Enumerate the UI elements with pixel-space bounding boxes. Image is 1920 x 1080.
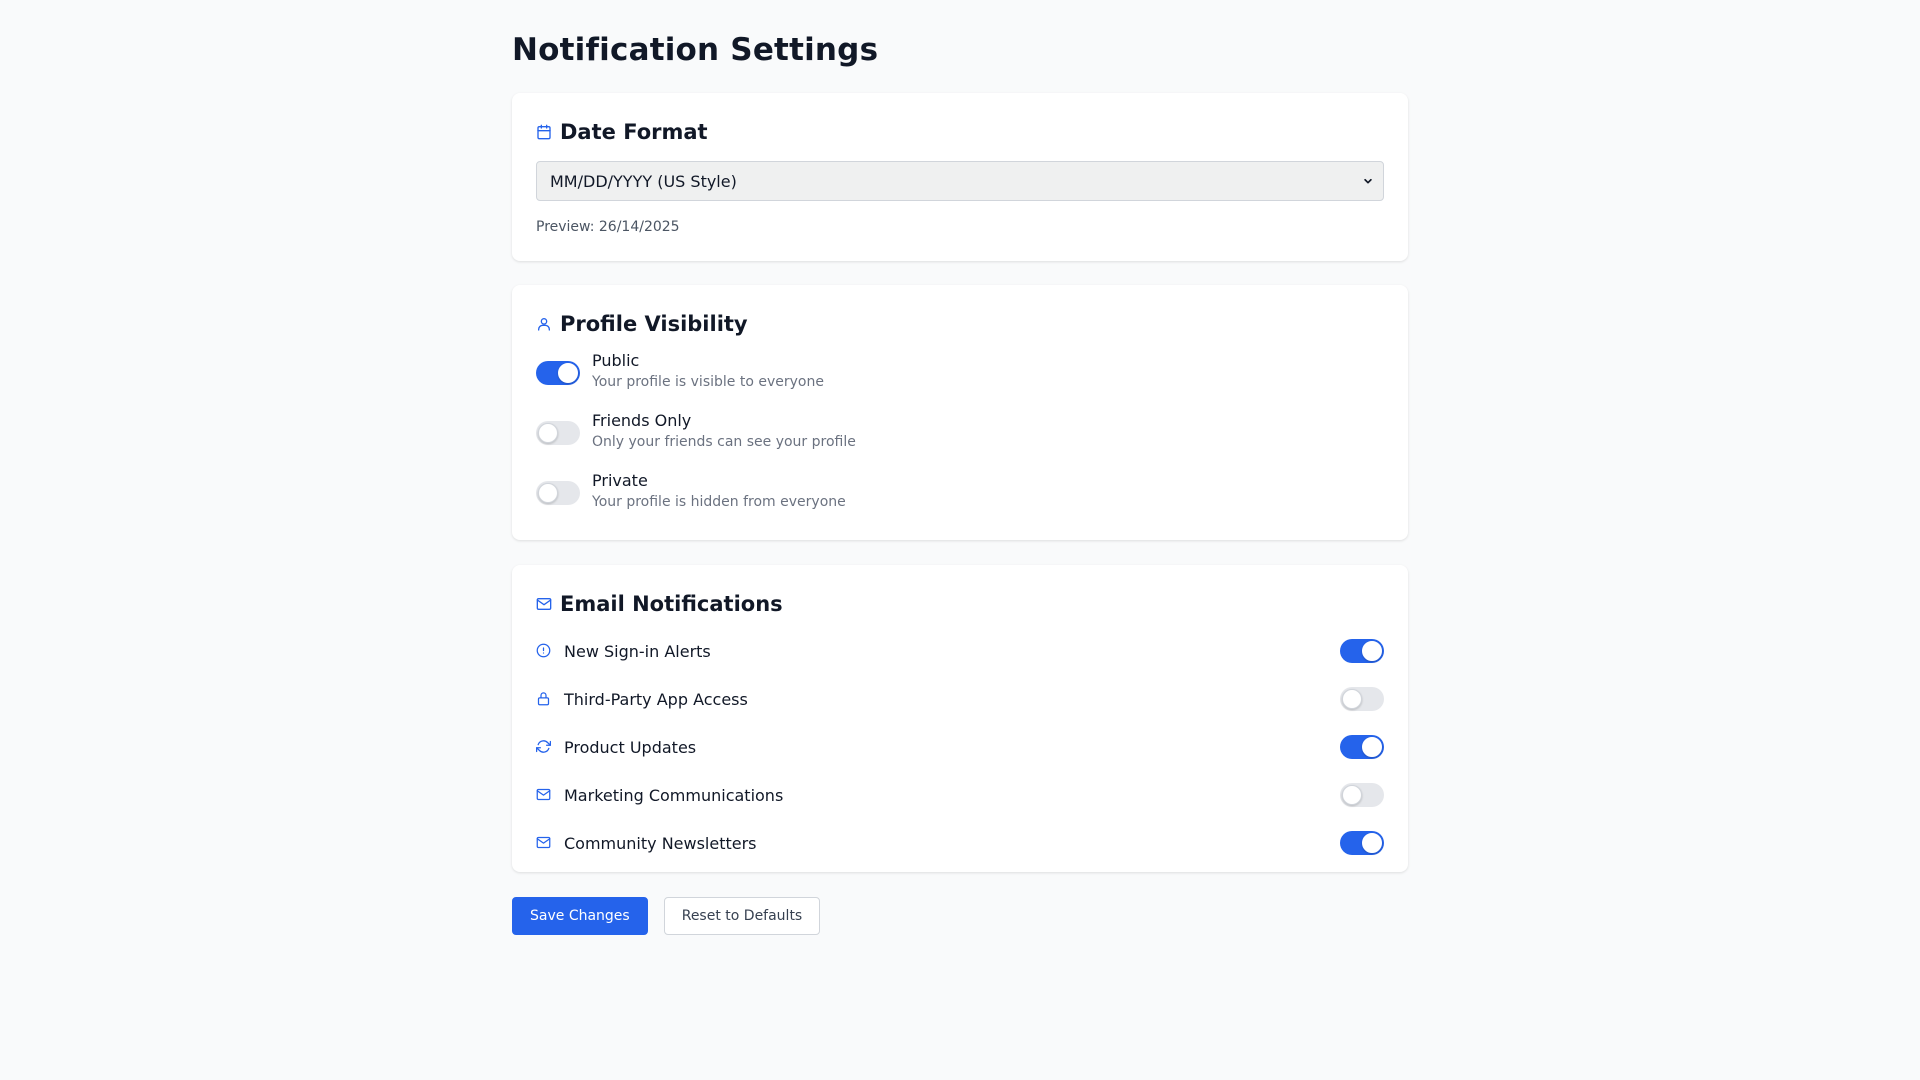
toggle-knob xyxy=(1362,737,1382,757)
profile-visibility-card: Profile Visibility Public Your profile i… xyxy=(512,285,1408,540)
friends-only-toggle[interactable] xyxy=(536,421,580,445)
settings-container: Notification Settings Date Format MM/DD/… xyxy=(512,0,1408,935)
alert-circle-icon xyxy=(536,643,552,659)
email-item-label: New Sign-in Alerts xyxy=(564,641,711,661)
visibility-option-label: Public xyxy=(592,351,640,370)
date-format-preview: Preview: 26/14/2025 xyxy=(536,219,680,235)
visibility-option-friends-only: Friends Only Only your friends can see y… xyxy=(536,411,1384,471)
toggle-knob xyxy=(1342,785,1362,805)
mail-icon xyxy=(536,596,553,613)
email-item-label: Community Newsletters xyxy=(564,833,757,853)
email-item-new-sign-in-alerts: New Sign-in Alerts xyxy=(536,627,1384,675)
date-format-selected-value: MM/DD/YYYY (US Style) xyxy=(550,171,737,191)
toggle-knob xyxy=(1342,689,1362,709)
email-notifications-card: Email Notifications New Sign-in Alerts T… xyxy=(512,565,1408,872)
email-item-third-party-app-access: Third-Party App Access xyxy=(536,675,1384,723)
profile-visibility-header: Profile Visibility xyxy=(536,309,1384,339)
save-changes-button[interactable]: Save Changes xyxy=(512,897,648,935)
email-notifications-header: Email Notifications xyxy=(536,589,1384,619)
email-item-label: Third-Party App Access xyxy=(564,689,748,709)
profile-visibility-title: Profile Visibility xyxy=(560,312,748,336)
visibility-option-label: Friends Only xyxy=(592,411,692,430)
visibility-option-label: Private xyxy=(592,471,648,490)
page-title: Notification Settings xyxy=(512,32,879,68)
date-format-title: Date Format xyxy=(560,120,708,144)
date-format-header: Date Format xyxy=(536,117,1384,147)
visibility-option-description: Your profile is visible to everyone xyxy=(592,374,824,390)
private-toggle[interactable] xyxy=(536,481,580,505)
toggle-knob xyxy=(1362,641,1382,661)
marketing-communications-toggle[interactable] xyxy=(1340,783,1384,807)
email-item-label: Product Updates xyxy=(564,737,697,757)
form-actions: Save Changes Reset to Defaults xyxy=(512,897,1408,935)
email-item-community-newsletters: Community Newsletters xyxy=(536,819,1384,867)
toggle-knob xyxy=(538,423,558,443)
public-toggle[interactable] xyxy=(536,361,580,385)
visibility-option-private: Private Your profile is hidden from ever… xyxy=(536,471,1384,531)
calendar-icon xyxy=(536,124,553,141)
toggle-knob xyxy=(558,363,578,383)
user-icon xyxy=(536,316,553,333)
mail-icon xyxy=(536,835,552,851)
visibility-option-public: Public Your profile is visible to everyo… xyxy=(536,351,1384,411)
visibility-option-description: Your profile is hidden from everyone xyxy=(592,494,846,510)
email-item-product-updates: Product Updates xyxy=(536,723,1384,771)
mail-icon xyxy=(536,787,552,803)
email-notification-list: New Sign-in Alerts Third-Party App Acces… xyxy=(536,627,1384,867)
email-notifications-title: Email Notifications xyxy=(560,592,783,616)
date-format-card: Date Format MM/DD/YYYY (US Style) Previe… xyxy=(512,93,1408,261)
community-newsletters-toggle[interactable] xyxy=(1340,831,1384,855)
visibility-option-description: Only your friends can see your profile xyxy=(592,434,856,450)
toggle-knob xyxy=(538,483,558,503)
email-item-marketing-communications: Marketing Communications xyxy=(536,771,1384,819)
email-item-label: Marketing Communications xyxy=(564,785,784,805)
new-sign-in-alerts-toggle[interactable] xyxy=(1340,639,1384,663)
toggle-knob xyxy=(1362,833,1382,853)
refresh-icon xyxy=(536,739,552,755)
lock-icon xyxy=(536,691,552,707)
visibility-options: Public Your profile is visible to everyo… xyxy=(536,351,1384,531)
third-party-app-access-toggle[interactable] xyxy=(1340,687,1384,711)
product-updates-toggle[interactable] xyxy=(1340,735,1384,759)
date-format-select[interactable]: MM/DD/YYYY (US Style) xyxy=(536,161,1384,201)
reset-to-defaults-button[interactable]: Reset to Defaults xyxy=(663,897,821,935)
chevron-down-icon xyxy=(1363,176,1373,186)
